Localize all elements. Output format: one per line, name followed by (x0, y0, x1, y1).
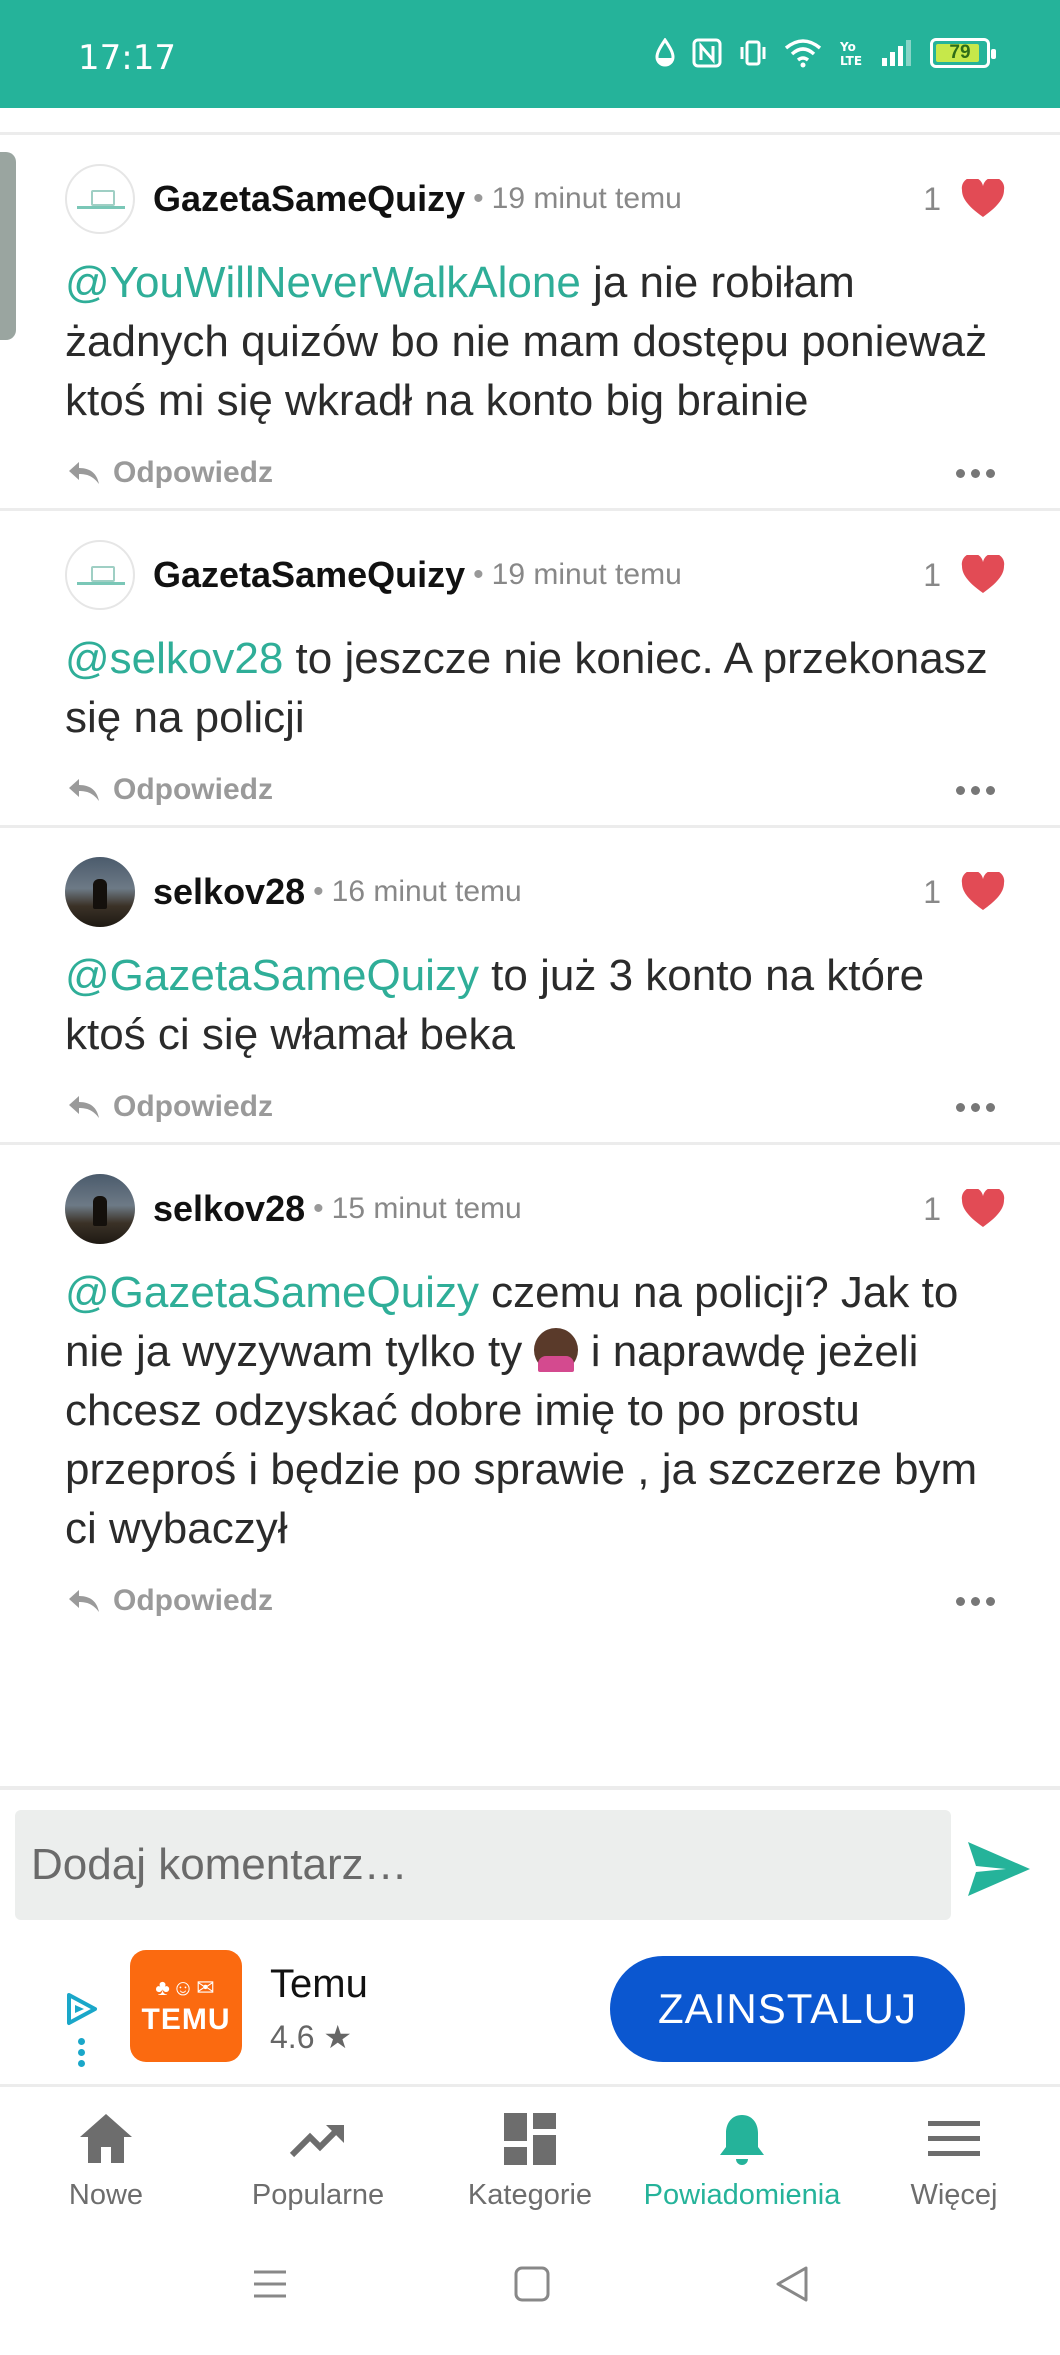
ad-choices-icon[interactable] (64, 1992, 98, 2026)
more-options-icon[interactable] (956, 1102, 995, 1112)
comment-author[interactable]: GazetaSameQuizy (153, 554, 465, 596)
comment-time: 19 minut temu (491, 558, 682, 591)
reply-label: Odpowiedz (113, 1090, 273, 1123)
comment: selkov28 • 15 minut temu 1 @GazetaSameQu… (0, 1142, 1060, 1636)
more-options-icon[interactable] (956, 468, 995, 478)
ad-app-name: Temu (270, 1962, 368, 2006)
avatar[interactable] (65, 1174, 135, 1244)
like-count: 1 (923, 873, 941, 910)
system-navigation-bar (0, 2224, 1060, 2355)
reply-label: Odpowiedz (113, 1584, 273, 1617)
mention-link[interactable]: @YouWillNeverWalkAlone (65, 258, 581, 307)
separator-dot: • (313, 875, 324, 908)
svg-text:LTE: LTE (840, 54, 862, 68)
more-options-icon[interactable] (956, 785, 995, 795)
heart-icon[interactable] (961, 555, 1005, 595)
data-saver-icon (655, 38, 675, 67)
heart-icon[interactable] (961, 872, 1005, 912)
svg-text:Yo: Yo (839, 40, 856, 54)
nav-label: Powiadomienia (643, 2179, 841, 2211)
menu-icon (928, 2121, 980, 2156)
temu-logo[interactable]: ♣☺✉ TEMU (130, 1950, 242, 2062)
dashboard-icon (504, 2113, 556, 2165)
like-count: 1 (923, 180, 941, 217)
comment-list: GazetaSameQuizy • 19 minut temu 1 @YouWi… (0, 132, 1060, 1636)
reply-button[interactable]: Odpowiedz (67, 1090, 273, 1124)
nfc-icon (692, 38, 722, 68)
like-count: 1 (923, 556, 941, 593)
comment-text: @YouWillNeverWalkAlone ja nie robiłam ża… (65, 253, 1005, 430)
mention-link[interactable]: @GazetaSameQuizy (65, 951, 479, 1000)
comment-author[interactable]: selkov28 (153, 1188, 305, 1230)
signal-icon (882, 40, 911, 66)
comment: selkov28 • 16 minut temu 1 @GazetaSameQu… (0, 825, 1060, 1142)
nav-item-nowe[interactable]: Nowe (0, 2087, 212, 2224)
nav-item-kategorie[interactable]: Kategorie (424, 2087, 636, 2224)
send-icon[interactable] (966, 1840, 1032, 1898)
comment-time: 15 minut temu (331, 1192, 522, 1225)
separator-dot: • (473, 182, 484, 215)
temu-logo-text: TEMU (141, 2003, 231, 2036)
avatar[interactable] (65, 857, 135, 927)
comment-author[interactable]: selkov28 (153, 871, 305, 913)
comment-text: @GazetaSameQuizy to już 3 konto na które… (65, 946, 1005, 1064)
install-button[interactable]: ZAINSTALUJ (610, 1956, 965, 2062)
mention-link[interactable]: @GazetaSameQuizy (65, 1268, 479, 1317)
comment-text: @GazetaSameQuizy czemu na policji? Jak t… (65, 1263, 1005, 1558)
status-bar: 17:17 Yo LTE 79 (0, 0, 1060, 108)
reply-icon (69, 1096, 99, 1118)
ad-rating: 4.6 ★ (270, 2019, 353, 2055)
comment-text: @selkov28 to jeszcze nie koniec. A przek… (65, 629, 1005, 747)
trending-icon (289, 2125, 344, 2158)
nav-label: Nowe (68, 2179, 144, 2211)
avatar[interactable] (65, 164, 135, 234)
home-icon (80, 2114, 132, 2163)
vibrate-icon (740, 40, 766, 66)
reply-icon (69, 779, 99, 801)
volte-icon: YoLTE (839, 40, 862, 68)
nav-label: Kategorie (467, 2179, 593, 2211)
comment: GazetaSameQuizy • 19 minut temu 1 @selko… (0, 508, 1060, 825)
reply-label: Odpowiedz (113, 773, 273, 806)
reply-button[interactable]: Odpowiedz (67, 773, 273, 807)
battery-level: 79 (949, 42, 971, 63)
avatar[interactable] (65, 540, 135, 610)
comment-time: 16 minut temu (331, 875, 522, 908)
battery-icon: 79 (930, 38, 996, 68)
reply-icon (69, 462, 99, 484)
nav-item-wiecej[interactable]: Więcej (848, 2087, 1060, 2224)
reply-button[interactable]: Odpowiedz (67, 1584, 273, 1618)
heart-icon[interactable] (961, 1189, 1005, 1229)
comment-author[interactable]: GazetaSameQuizy (153, 178, 465, 220)
bottom-navigation: Nowe Popularne Kategorie Powiadomienia W… (0, 2084, 1060, 2224)
back-icon[interactable] (772, 2264, 812, 2304)
status-time: 17:17 (78, 38, 176, 78)
separator-dot: • (313, 1192, 324, 1225)
heart-icon[interactable] (961, 179, 1005, 219)
status-icons: Yo LTE 79 (654, 38, 996, 68)
comment: GazetaSameQuizy • 19 minut temu 1 @YouWi… (0, 132, 1060, 508)
more-options-icon[interactable] (956, 1596, 995, 1606)
separator-dot: • (473, 558, 484, 591)
like-count: 1 (923, 1190, 941, 1227)
nav-label: Więcej (910, 2179, 998, 2211)
nav-label: Popularne (251, 2179, 385, 2211)
reply-label: Odpowiedz (113, 456, 273, 489)
comment-composer (0, 1786, 1060, 1926)
ad-menu-icon[interactable] (78, 2038, 85, 2067)
comment-time: 19 minut temu (491, 182, 682, 215)
comment-input[interactable] (15, 1810, 951, 1920)
shrug-emoji-icon (534, 1328, 579, 1372)
wifi-icon (784, 39, 822, 68)
reply-icon (69, 1590, 99, 1612)
recent-apps-icon[interactable] (250, 2264, 290, 2304)
nav-item-powiadomienia[interactable]: Powiadomienia (636, 2087, 848, 2224)
ad-banner[interactable]: ♣☺✉ TEMU Temu 4.6 ★ ZAINSTALUJ (0, 1926, 1060, 2084)
reply-button[interactable]: Odpowiedz (67, 456, 273, 490)
mention-link[interactable]: @selkov28 (65, 634, 283, 683)
home-button-icon[interactable] (512, 2264, 552, 2304)
bell-icon (720, 2115, 764, 2165)
nav-item-popularne[interactable]: Popularne (212, 2087, 424, 2224)
temu-logo-symbols: ♣☺✉ (155, 1975, 217, 2000)
